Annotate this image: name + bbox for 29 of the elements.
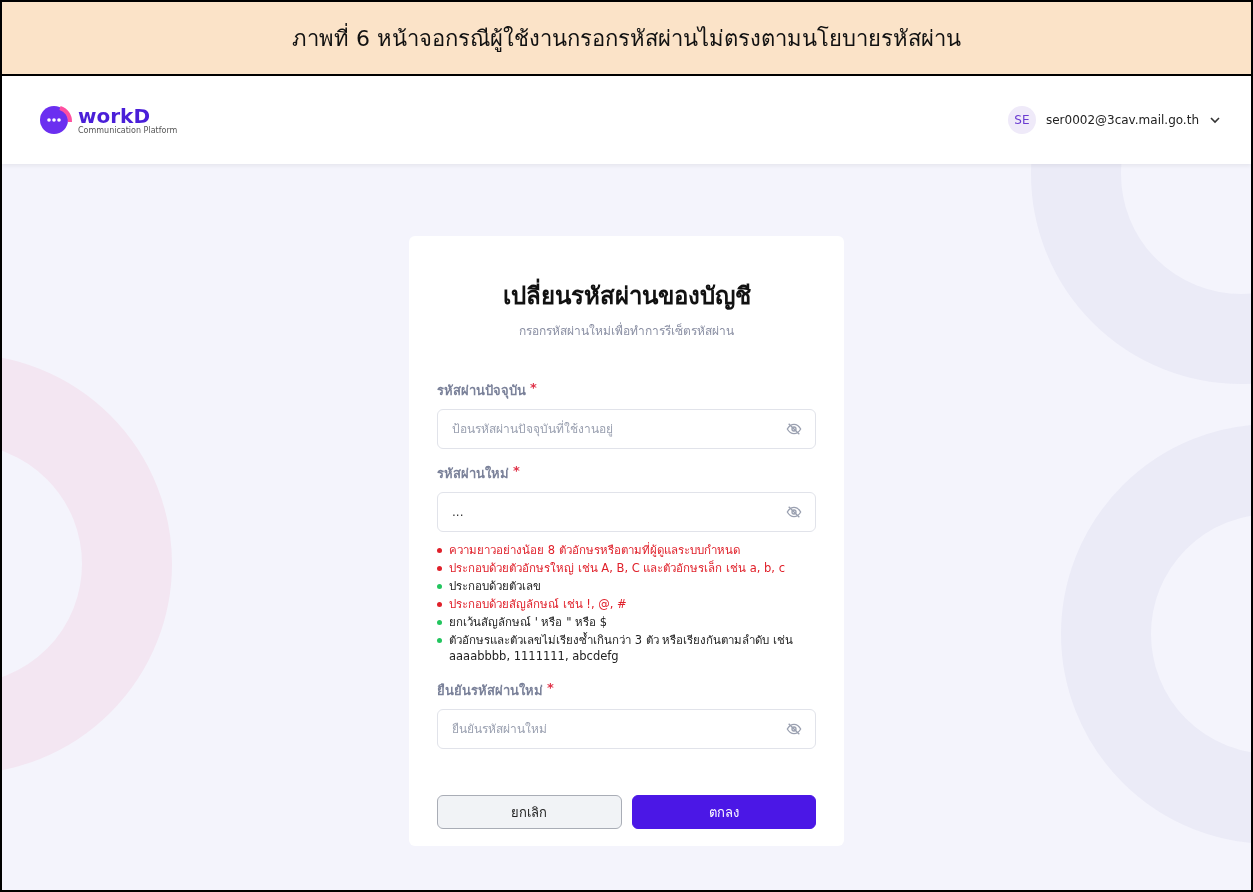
logo-tagline: Communication Platform [78,125,178,135]
field-label: รหัสผ่านปัจจุบัน [437,382,526,401]
form-subtitle: กรอกรหัสผ่านใหม่เพื่อทำการรีเซ็ตรหัสผ่าน [518,321,735,340]
user-email[interactable]: ser0002@3cav.mail.go.th [1045,113,1199,127]
chat-bubble-logo-icon [38,105,74,135]
field-label: ยืนยันรหัสผ่านใหม่ [437,681,543,700]
figure-caption: ภาพที่ 6 หน้าจอกรณีผู้ใช้งานกรอกรหัสผ่านไม่ตรงตามนโยบายรหัสผ่าน [2,2,1251,76]
logo-name: workD [78,105,150,126]
form-title: เปลี่ยนรหัสผ่านของบัญชี [437,276,816,315]
password-rule: ประกอบด้วยตัวอักษรใหญ่ เช่น A, B, C และตัวอักษรเล็ก เช่น a, b, c [449,560,785,576]
eye-slash-icon[interactable] [786,721,802,737]
required-mark: * [547,680,554,697]
password-rule: ประกอบด้วยตัวเลข [449,578,541,594]
cancel-button[interactable]: ยกเลิก [437,795,622,829]
confirm-button[interactable]: ตกลง [631,795,816,829]
eye-slash-icon[interactable] [786,421,802,437]
required-mark: * [530,380,537,397]
chevron-down-icon[interactable] [1209,114,1221,126]
required-mark: * [513,463,520,480]
password-rule: ยกเว้นสัญลักษณ์ ' หรือ " หรือ $ [449,614,608,630]
password-rule: ความยาวอย่างน้อย 8 ตัวอักษรหรือตามที่ผู้ดูแลระบบกำหนด [449,542,740,558]
password-field[interactable]: ป้อนรหัสผ่านปัจจุบันที่ใช้งานอยู่ [437,409,816,449]
password-field[interactable]: ยืนยันรหัสผ่านใหม่ [437,709,816,749]
password-rule: ประกอบด้วยสัญลักษณ์ เช่น !, @, # [449,596,627,612]
password-field[interactable]: ... [437,492,816,532]
field-label: รหัสผ่านใหม่ [437,464,509,483]
user-avatar[interactable]: SE [1007,106,1036,134]
eye-slash-icon[interactable] [786,504,802,520]
password-rule: ตัวอักษรและตัวเลขไม่เรียงซ้ำเกินกว่า 3 ตัว หรือเรียงกันตามลำดับ เช่น aaaabbbb, 1111111, abcdefg [449,632,794,664]
